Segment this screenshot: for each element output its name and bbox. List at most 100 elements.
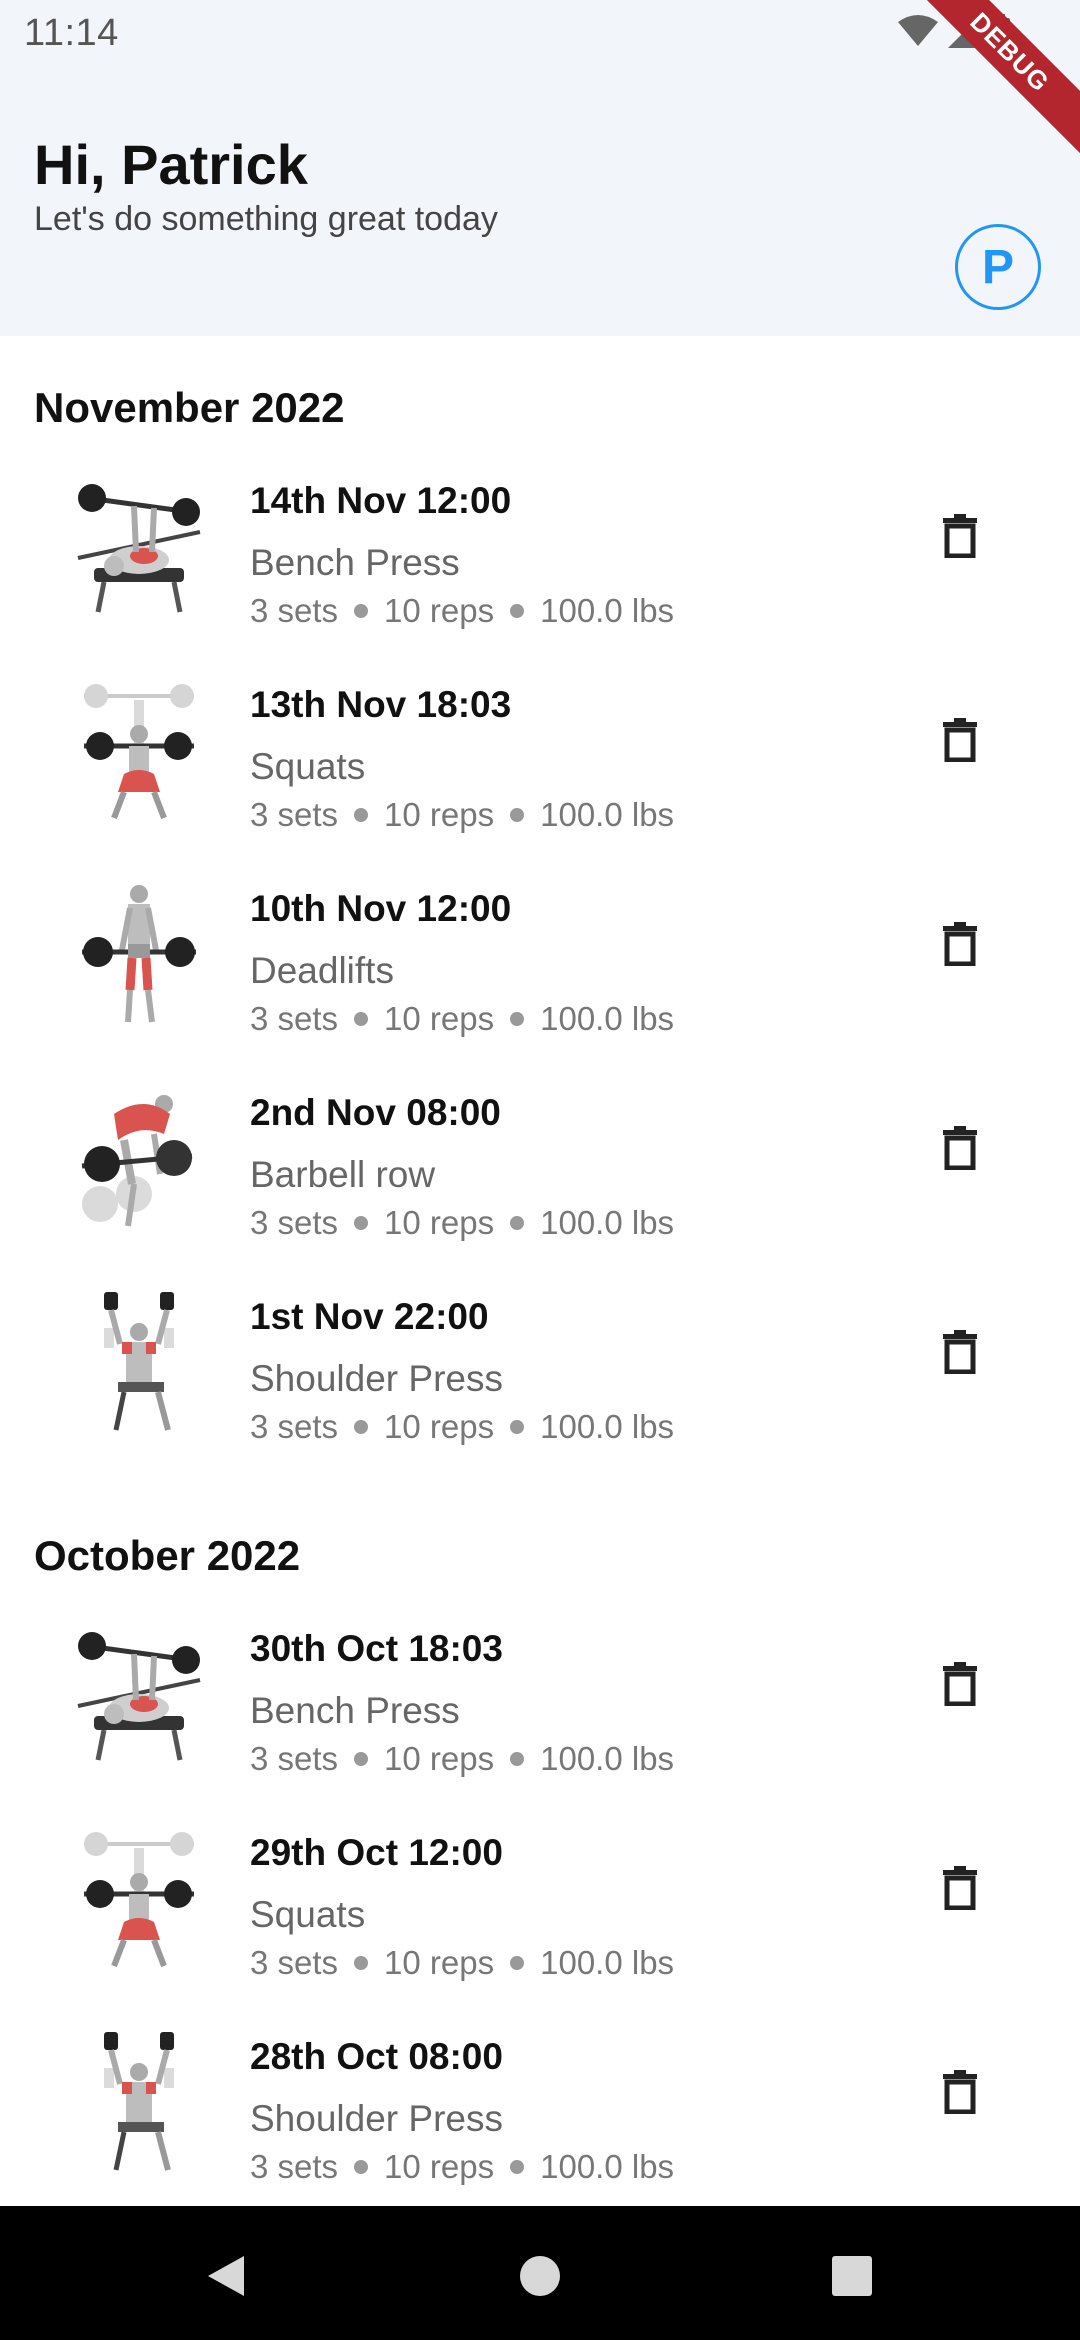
greeting-title: Hi, Patrick bbox=[34, 133, 308, 196]
trash-icon bbox=[943, 718, 977, 762]
workout-entry[interactable]: 29th Oct 12:00 Squats 3 sets 10 reps 100… bbox=[0, 1802, 1080, 2006]
separator-dot bbox=[510, 808, 525, 822]
workout-stats: 3 sets 10 reps 100.0 lbs bbox=[250, 1000, 674, 1038]
delete-button[interactable] bbox=[936, 712, 984, 768]
workout-stats: 3 sets 10 reps 100.0 lbs bbox=[250, 2148, 674, 2186]
exercise-name: Squats bbox=[250, 1894, 366, 1935]
weight-value: 100.0 lbs bbox=[540, 1944, 675, 1981]
reps-count: 10 reps bbox=[384, 1944, 495, 1981]
trash-icon bbox=[943, 1330, 977, 1374]
workout-history-list[interactable]: November 2022 14th Nov 12:00 Bench Press… bbox=[0, 336, 1080, 2206]
workout-entry[interactable]: 10th Nov 12:00 Deadlifts 3 sets 10 reps … bbox=[0, 858, 1080, 1062]
exercise-name: Bench Press bbox=[250, 1690, 460, 1731]
month-section: October 2022 30th Oct 18:03 Bench Press … bbox=[0, 1470, 1080, 2206]
separator-dot bbox=[510, 1216, 525, 1230]
delete-button[interactable] bbox=[936, 1656, 984, 1712]
workout-entry[interactable]: 14th Nov 12:00 Bench Press 3 sets 10 rep… bbox=[0, 450, 1080, 654]
workout-date: 10th Nov 12:00 bbox=[250, 888, 512, 929]
home-icon[interactable] bbox=[510, 2246, 570, 2306]
workout-entry[interactable]: 2nd Nov 08:00 Barbell row 3 sets 10 reps… bbox=[0, 1062, 1080, 1266]
workout-date: 2nd Nov 08:00 bbox=[250, 1092, 501, 1133]
weight-value: 100.0 lbs bbox=[540, 2148, 675, 2185]
delete-button[interactable] bbox=[936, 1860, 984, 1916]
sets-count: 3 sets bbox=[250, 1944, 339, 1981]
weight-value: 100.0 lbs bbox=[540, 1204, 675, 1241]
trash-icon bbox=[943, 922, 977, 966]
system-nav-bar bbox=[0, 2206, 1080, 2340]
weight-value: 100.0 lbs bbox=[540, 592, 675, 629]
delete-button[interactable] bbox=[936, 508, 984, 564]
shoulder-press-icon bbox=[74, 2028, 204, 2178]
month-section: November 2022 14th Nov 12:00 Bench Press… bbox=[0, 336, 1080, 1470]
separator-dot bbox=[510, 1752, 525, 1766]
workout-stats: 3 sets 10 reps 100.0 lbs bbox=[250, 796, 674, 834]
avatar[interactable]: P bbox=[955, 224, 1041, 310]
month-heading: November 2022 bbox=[34, 384, 345, 431]
trash-icon bbox=[943, 1126, 977, 1170]
delete-button[interactable] bbox=[936, 1324, 984, 1380]
greeting-subtitle: Let's do something great today bbox=[34, 200, 498, 238]
exercise-name: Squats bbox=[250, 746, 366, 787]
wifi-icon bbox=[898, 14, 938, 53]
exercise-name: Deadlifts bbox=[250, 950, 394, 991]
workout-entry[interactable]: 1st Nov 22:00 Shoulder Press 3 sets 10 r… bbox=[0, 1266, 1080, 1470]
squats-icon bbox=[74, 1824, 204, 1974]
separator-dot bbox=[510, 1420, 525, 1434]
sets-count: 3 sets bbox=[250, 592, 339, 629]
workout-stats: 3 sets 10 reps 100.0 lbs bbox=[250, 1408, 674, 1446]
weight-value: 100.0 lbs bbox=[540, 796, 675, 833]
recents-icon[interactable] bbox=[822, 2246, 882, 2306]
workout-entry[interactable]: 28th Oct 08:00 Shoulder Press 3 sets 10 … bbox=[0, 2006, 1080, 2206]
separator-dot bbox=[510, 604, 525, 618]
delete-button[interactable] bbox=[936, 2064, 984, 2120]
reps-count: 10 reps bbox=[384, 2148, 495, 2185]
reps-count: 10 reps bbox=[384, 1204, 495, 1241]
workout-date: 28th Oct 08:00 bbox=[250, 2036, 503, 2077]
workout-entry[interactable]: 30th Oct 18:03 Bench Press 3 sets 10 rep… bbox=[0, 1598, 1080, 1802]
delete-button[interactable] bbox=[936, 916, 984, 972]
weight-value: 100.0 lbs bbox=[540, 1000, 675, 1037]
delete-button[interactable] bbox=[936, 1120, 984, 1176]
separator-dot bbox=[354, 1216, 369, 1230]
bench-press-icon bbox=[74, 472, 204, 622]
separator-dot bbox=[510, 1956, 525, 1970]
weight-value: 100.0 lbs bbox=[540, 1740, 675, 1777]
sets-count: 3 sets bbox=[250, 1000, 339, 1037]
exercise-name: Shoulder Press bbox=[250, 1358, 503, 1399]
exercise-name: Barbell row bbox=[250, 1154, 436, 1195]
separator-dot bbox=[354, 1752, 369, 1766]
separator-dot bbox=[354, 1012, 369, 1026]
workout-stats: 3 sets 10 reps 100.0 lbs bbox=[250, 592, 674, 630]
reps-count: 10 reps bbox=[384, 796, 495, 833]
reps-count: 10 reps bbox=[384, 1408, 495, 1445]
workout-entry[interactable]: 13th Nov 18:03 Squats 3 sets 10 reps 100… bbox=[0, 654, 1080, 858]
status-time: 11:14 bbox=[24, 12, 119, 54]
status-bar: 11:14 bbox=[0, 0, 1080, 72]
reps-count: 10 reps bbox=[384, 592, 495, 629]
back-icon[interactable] bbox=[196, 2246, 256, 2306]
sets-count: 3 sets bbox=[250, 796, 339, 833]
workout-date: 13th Nov 18:03 bbox=[250, 684, 512, 725]
sets-count: 3 sets bbox=[250, 1740, 339, 1777]
app-screen: 11:14 DEBUG Hi, Patrick Let's do somethi… bbox=[0, 0, 1080, 2340]
squats-icon bbox=[74, 676, 204, 826]
separator-dot bbox=[354, 808, 369, 822]
exercise-name: Shoulder Press bbox=[250, 2098, 503, 2139]
sets-count: 3 sets bbox=[250, 2148, 339, 2185]
workout-date: 1st Nov 22:00 bbox=[250, 1296, 489, 1337]
reps-count: 10 reps bbox=[384, 1740, 495, 1777]
reps-count: 10 reps bbox=[384, 1000, 495, 1037]
trash-icon bbox=[943, 1662, 977, 1706]
month-heading: October 2022 bbox=[34, 1532, 301, 1579]
trash-icon bbox=[943, 1866, 977, 1910]
workout-date: 14th Nov 12:00 bbox=[250, 480, 512, 521]
trash-icon bbox=[943, 514, 977, 558]
shoulder-press-icon bbox=[74, 1288, 204, 1438]
weight-value: 100.0 lbs bbox=[540, 1408, 675, 1445]
workout-date: 30th Oct 18:03 bbox=[250, 1628, 503, 1669]
separator-dot bbox=[510, 2160, 525, 2174]
sets-count: 3 sets bbox=[250, 1408, 339, 1445]
separator-dot bbox=[354, 604, 369, 618]
workout-date: 29th Oct 12:00 bbox=[250, 1832, 503, 1873]
barbell-row-icon bbox=[74, 1084, 204, 1234]
